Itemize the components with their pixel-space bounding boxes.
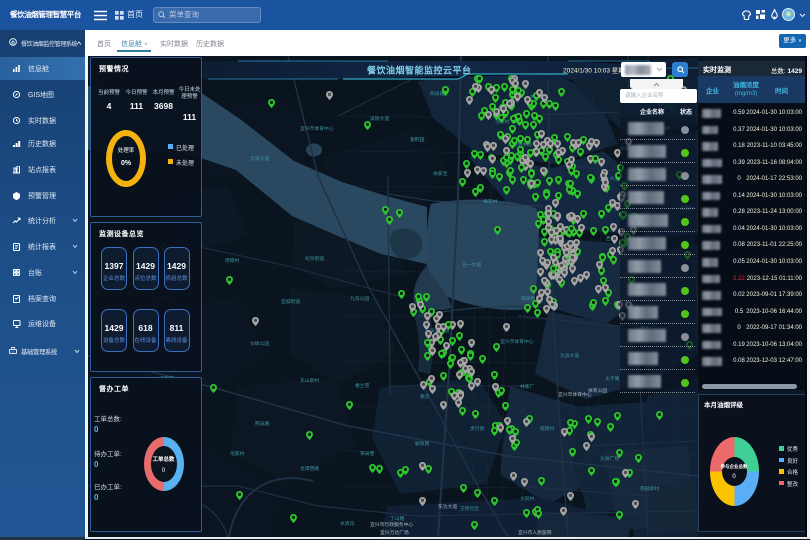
svg-text:餐饮油烟智能监控云平台: 餐饮油烟智能监控云平台 <box>366 65 472 76</box>
svg-text:体育公园: 体育公园 <box>588 387 607 394</box>
svg-text:王府社区: 王府社区 <box>460 505 479 512</box>
svg-text:溪隐大道: 溪隐大道 <box>370 115 389 122</box>
svg-text:周铁村: 周铁村 <box>225 257 240 264</box>
svg-text:宜兴市人民医院: 宜兴市人民医院 <box>518 529 552 536</box>
svg-text:屺亭街道: 屺亭街道 <box>305 255 324 262</box>
svg-text:文峰公园: 文峰公园 <box>250 340 269 347</box>
svg-text:荆溪路: 荆溪路 <box>255 420 270 427</box>
svg-text:水浪沟: 水浪沟 <box>340 520 355 527</box>
svg-text:宜兴市体育中心: 宜兴市体育中心 <box>558 391 592 398</box>
svg-text:东山新村: 东山新村 <box>300 377 319 384</box>
svg-text:解放路: 解放路 <box>415 440 430 447</box>
svg-text:东氿大道: 东氿大道 <box>438 503 457 510</box>
svg-text:茶局巷: 茶局巷 <box>360 450 375 457</box>
svg-text:宜兴万达广场: 宜兴万达广场 <box>380 529 409 536</box>
svg-text:氿滨大道: 氿滨大道 <box>250 155 269 162</box>
svg-text:大同村: 大同村 <box>520 495 535 502</box>
svg-text:城南村: 城南村 <box>540 425 555 432</box>
svg-text:丁山路: 丁山路 <box>390 515 405 522</box>
svg-text:林家厂: 林家厂 <box>520 383 535 390</box>
svg-text:步行街: 步行街 <box>470 425 485 432</box>
svg-text:徐家宝: 徐家宝 <box>433 170 448 177</box>
svg-text:九滨公园: 九滨公园 <box>350 295 369 302</box>
svg-text:氿滨大道: 氿滨大道 <box>560 352 579 359</box>
svg-text:龙潭西路: 龙潭西路 <box>300 465 319 472</box>
svg-text:宜城街道: 宜城街道 <box>281 298 300 305</box>
svg-text:君兰苑: 君兰苑 <box>355 382 370 389</box>
svg-text:氿洲广场: 氿洲广场 <box>600 455 619 462</box>
svg-text:梅花村: 梅花村 <box>483 198 498 205</box>
svg-text:五一大道: 五一大道 <box>462 261 481 268</box>
svg-text:太子阁: 太子阁 <box>605 375 620 382</box>
svg-text:宜兴市体育中心: 宜兴市体育中心 <box>300 125 334 132</box>
svg-text:南园新村: 南园新村 <box>640 485 659 492</box>
svg-text:宜兴市行政服务中心: 宜兴市行政服务中心 <box>370 521 413 528</box>
svg-text:紫荆园: 紫荆园 <box>410 136 425 143</box>
svg-text:紫云: 紫云 <box>420 394 430 400</box>
svg-text:毛家村: 毛家村 <box>230 450 245 457</box>
svg-text:宜兴市体育中心: 宜兴市体育中心 <box>500 338 534 345</box>
